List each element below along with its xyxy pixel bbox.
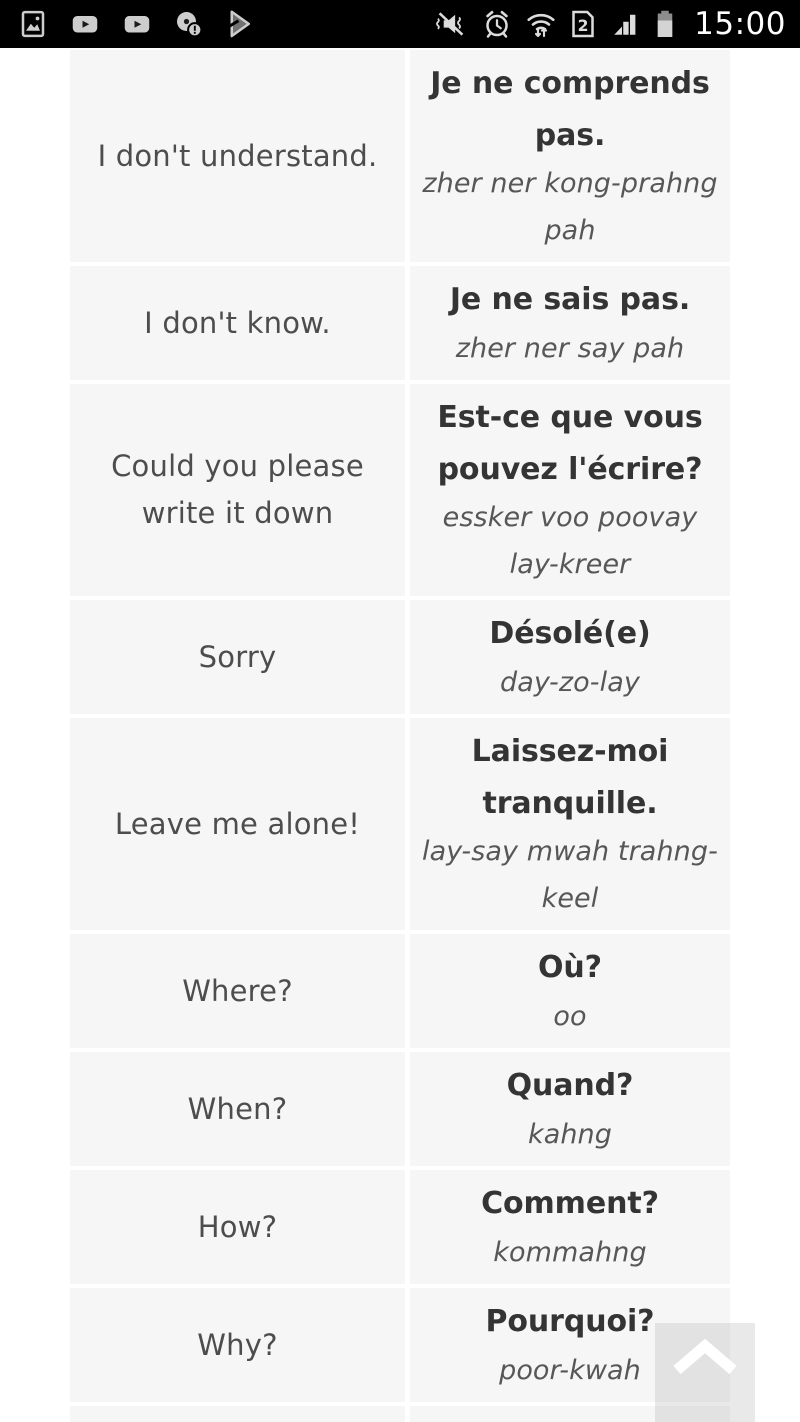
french-phrase: Où? bbox=[538, 950, 602, 986]
table-row[interactable]: Where? Où? oo bbox=[70, 934, 730, 1049]
english-cell[interactable]: How? bbox=[70, 1170, 405, 1285]
pronunciation: poor-kwah bbox=[499, 1354, 641, 1386]
disc-warning-icon bbox=[174, 9, 204, 39]
english-phrase: Where? bbox=[182, 973, 293, 1008]
english-cell[interactable]: Could you please write it down bbox=[70, 384, 405, 597]
english-cell[interactable]: I don't understand. bbox=[70, 50, 405, 263]
english-phrase: How? bbox=[197, 1209, 278, 1244]
sim-2-icon: 2 bbox=[570, 9, 596, 39]
wifi-data-transfer-icon bbox=[526, 9, 556, 39]
french-phrase: Pourquoi? bbox=[485, 1304, 655, 1340]
status-bar-notification-icons bbox=[0, 9, 434, 39]
french-phrase: Qui? bbox=[533, 1414, 607, 1422]
pronunciation: day-zo-lay bbox=[500, 666, 640, 698]
svg-text:2: 2 bbox=[578, 17, 589, 35]
english-phrase: I don't understand. bbox=[97, 138, 378, 173]
alarm-clock-icon bbox=[482, 9, 512, 39]
english-cell[interactable]: When? bbox=[70, 1052, 405, 1167]
status-bar-system-icons: 2 15:00 bbox=[434, 6, 800, 42]
french-cell[interactable]: Quand? kahng bbox=[410, 1052, 730, 1167]
english-cell[interactable]: Leave me alone! bbox=[70, 718, 405, 931]
youtube-icon bbox=[70, 9, 100, 39]
english-phrase: Why? bbox=[197, 1327, 278, 1362]
signal-bars-icon bbox=[610, 9, 640, 39]
pronunciation: oo bbox=[553, 1000, 587, 1032]
scrollable-content[interactable]: I don't understand. Je ne comprends pas. z… bbox=[0, 48, 800, 1422]
french-phrase: Je ne sais pas. bbox=[449, 282, 691, 318]
chevron-up-icon bbox=[672, 1337, 738, 1381]
english-phrase: When? bbox=[187, 1091, 288, 1126]
table-row[interactable]: I don't understand. Je ne comprends pas. z… bbox=[70, 50, 730, 263]
french-phrase: Je ne comprends pas. bbox=[430, 66, 710, 153]
pronunciation: zher ner say pah bbox=[455, 332, 685, 364]
pronunciation: kommahng bbox=[493, 1236, 647, 1268]
pronunciation: essker voo poovay lay-kreer bbox=[442, 502, 698, 580]
vibrate-mute-icon bbox=[434, 9, 468, 39]
french-cell[interactable]: Je ne sais pas. zher ner say pah bbox=[410, 266, 730, 381]
french-cell[interactable]: Je ne comprends pas. zher ner kong-prahng… bbox=[410, 50, 730, 263]
english-cell[interactable]: Why? bbox=[70, 1288, 405, 1403]
table-row[interactable]: Sorry Désolé(e) day-zo-lay bbox=[70, 600, 730, 715]
english-cell[interactable]: Sorry bbox=[70, 600, 405, 715]
english-phrase: I don't know. bbox=[144, 305, 331, 340]
battery-icon bbox=[654, 9, 676, 39]
table-row[interactable]: Leave me alone! Laissez-moi tranquille. la… bbox=[70, 718, 730, 931]
french-phrase: Comment? bbox=[481, 1186, 659, 1222]
french-cell[interactable]: Désolé(e) day-zo-lay bbox=[410, 600, 730, 715]
table-row[interactable]: Why? Pourquoi? poor-kwah bbox=[70, 1288, 730, 1403]
table-row[interactable]: I don't know. Je ne sais pas. zher ner say… bbox=[70, 266, 730, 381]
french-phrase: Désolé(e) bbox=[489, 616, 651, 652]
english-cell[interactable]: Where? bbox=[70, 934, 405, 1049]
pronunciation: zher ner kong-prahng pah bbox=[422, 168, 718, 246]
table-row[interactable]: When? Quand? kahng bbox=[70, 1052, 730, 1167]
french-cell[interactable]: Où? oo bbox=[410, 934, 730, 1049]
english-phrase: Leave me alone! bbox=[114, 806, 361, 841]
phrase-table: I don't understand. Je ne comprends pas. z… bbox=[70, 48, 730, 1422]
pronunciation: kahng bbox=[527, 1118, 613, 1150]
french-cell[interactable]: Comment? kommahng bbox=[410, 1170, 730, 1285]
french-phrase: Laissez-moi tranquille. bbox=[471, 734, 669, 821]
french-phrase: Quand? bbox=[506, 1068, 634, 1104]
english-phrase: Sorry bbox=[198, 639, 277, 674]
english-cell[interactable]: Who? bbox=[70, 1406, 405, 1422]
table-row[interactable]: Could you please write it down Est-ce que… bbox=[70, 384, 730, 597]
play-store-icon bbox=[226, 9, 256, 39]
status-bar[interactable]: 2 15:00 bbox=[0, 0, 800, 48]
french-phrase: Est-ce que vous pouvez l'écrire? bbox=[437, 400, 703, 487]
status-bar-clock: 15:00 bbox=[694, 6, 786, 42]
photo-gallery-icon bbox=[18, 9, 48, 39]
pronunciation: lay-say mwah trahng-keel bbox=[422, 836, 718, 914]
scroll-to-top-button[interactable] bbox=[655, 1323, 755, 1422]
english-phrase: Could you please write it down bbox=[111, 449, 364, 531]
youtube-icon bbox=[122, 9, 152, 39]
table-row[interactable]: Who?Qui?kee bbox=[70, 1406, 730, 1422]
english-cell[interactable]: I don't know. bbox=[70, 266, 405, 381]
table-row[interactable]: How? Comment? kommahng bbox=[70, 1170, 730, 1285]
french-cell[interactable]: Laissez-moi tranquille. lay-say mwah trah… bbox=[410, 718, 730, 931]
french-cell[interactable]: Est-ce que vous pouvez l'écrire? essker v… bbox=[410, 384, 730, 597]
